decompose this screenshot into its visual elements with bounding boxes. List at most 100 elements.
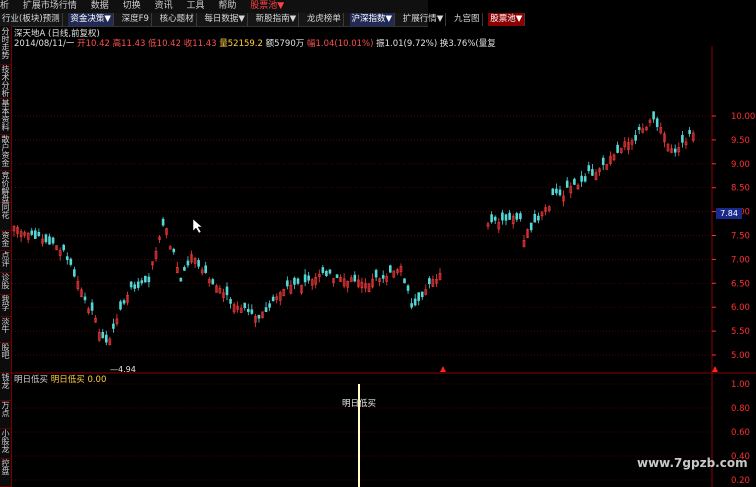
candle-body <box>101 331 105 339</box>
candle-body <box>601 157 605 166</box>
indicator-series-label: 明日低买 <box>50 375 85 385</box>
low-price-marker: —4.94 <box>110 365 136 374</box>
stock-pool-label: 股票池 <box>250 1 278 11</box>
candle-body <box>122 300 126 304</box>
chevron-down-icon: ▼ <box>277 1 285 11</box>
candle-body <box>583 176 587 182</box>
candle-body <box>69 258 73 265</box>
candle-body <box>90 302 94 311</box>
sidebar-tab-5[interactable]: 同花 <box>0 204 11 231</box>
toolbar-fund-decision[interactable]: 资金决策▼ <box>68 13 114 26</box>
candle-body <box>30 230 34 235</box>
candle-body <box>296 278 300 284</box>
sidebar-tab-2[interactable]: 基本资料 <box>0 100 11 135</box>
candle-body <box>504 214 508 221</box>
candle-body <box>580 175 583 182</box>
sidebar-tab-10[interactable]: 淡牛 <box>0 318 11 343</box>
indicator-axis-label: 0.20 <box>731 476 750 486</box>
candle-body <box>211 279 215 285</box>
candle-body <box>616 144 619 153</box>
toolbar-nine-grid[interactable]: 九宫图 <box>452 13 483 26</box>
candle-body <box>555 188 558 194</box>
indicator-axis-label: 0.80 <box>731 404 750 414</box>
candle-body <box>51 237 55 244</box>
sidebar-tab-13[interactable]: 万点 <box>0 402 11 429</box>
toolbar-daily-data[interactable]: 每日数据▼ <box>202 13 248 26</box>
toolbar-sector-forecast[interactable]: 行业(板块)预测 <box>0 13 63 26</box>
candle-body <box>144 275 147 283</box>
candle-body <box>44 234 48 243</box>
toolbar-depth-f9[interactable]: 深度F9 <box>120 13 152 26</box>
sidebar-tab-11[interactable]: 股吧 <box>0 344 11 373</box>
sidebar-tab-4[interactable]: 竞价解盘 <box>0 172 11 204</box>
sidebar-tab-9[interactable]: 我学 <box>0 296 11 317</box>
candlestick-chart[interactable]: 10.009.509.008.508.007.507.006.506.005.5… <box>12 46 756 487</box>
menu-item-tools[interactable]: 工具 <box>186 1 204 11</box>
sidebar-tab-8[interactable]: 诊股 <box>0 274 11 295</box>
candle-body <box>591 169 594 176</box>
candle-body <box>179 277 183 282</box>
candle-body <box>268 303 271 308</box>
candle-body <box>73 269 76 277</box>
sidebar-tab-3[interactable]: 散户资金 <box>0 136 11 171</box>
menu-item-ext-market[interactable]: 扩展市场行情 <box>23 1 77 11</box>
indicator-value: 0.00 <box>87 375 107 385</box>
candle-body <box>48 236 51 245</box>
sidebar-tab-7[interactable]: 点评 <box>0 252 11 273</box>
indicator-name[interactable]: 明日低买 <box>14 375 48 385</box>
menu-item-analysis[interactable]: 析 <box>0 1 9 11</box>
menu-item-help[interactable]: 帮助 <box>218 1 236 11</box>
menu-item-switch[interactable]: 切换 <box>123 1 141 11</box>
toolbar-stock-pool[interactable]: 股票池▼ <box>488 13 526 26</box>
candle-body <box>133 284 136 289</box>
price-axis-label: 10.00 <box>731 112 755 122</box>
price-axis-label: 8.50 <box>731 184 750 194</box>
candle-body <box>493 216 497 221</box>
watermark: www.7gpzb.com <box>637 456 748 470</box>
price-axis-label: 5.00 <box>731 351 750 361</box>
toolbar-ext-quote[interactable]: 扩展行情▼ <box>401 13 447 26</box>
candle-body <box>519 213 522 220</box>
candle-body <box>328 269 332 274</box>
mouse-cursor-icon <box>192 218 203 234</box>
sidebar-tab-6[interactable]: 资金 <box>0 232 11 251</box>
sidebar-tab-14[interactable]: 小股龙 <box>0 430 11 459</box>
price-axis-label: 7.00 <box>731 255 750 265</box>
candle-body <box>428 278 431 285</box>
candle-body <box>587 165 591 171</box>
candle-body <box>119 301 122 310</box>
candle-body <box>417 292 421 301</box>
candle-body <box>136 281 140 288</box>
candle-body <box>303 274 307 283</box>
signal-triangle <box>712 366 718 372</box>
candle-body <box>573 178 576 185</box>
sidebar-tab-15[interactable]: 控盘 <box>0 460 11 487</box>
menu-item-stock-pool[interactable]: 股票池▼ <box>250 1 284 11</box>
candle-body <box>655 118 659 128</box>
candle-body <box>558 189 562 196</box>
toolbar: 行业(板块)预测 资金决策▼ 深度F9 核心题材 每日数据▼ 新股指南▼ 龙虎榜… <box>0 13 526 27</box>
candle-body <box>537 215 540 221</box>
candle-body <box>501 212 504 221</box>
menu-item-data[interactable]: 数据 <box>91 1 109 11</box>
toolbar-dragon-tiger[interactable]: 龙虎榜单 <box>305 13 344 26</box>
menu-item-news[interactable]: 资讯 <box>155 1 173 11</box>
price-axis-label: 9.00 <box>731 160 750 170</box>
price-axis-label: 9.50 <box>731 136 750 146</box>
candle-body <box>229 299 232 304</box>
candle-body <box>161 218 165 226</box>
toolbar-index[interactable]: 沪深指数▼ <box>349 13 396 26</box>
candle-body <box>250 309 254 314</box>
candle-body <box>353 274 357 282</box>
indicator-axis-label: 1.00 <box>731 380 750 390</box>
sidebar-tab-12[interactable]: 钱龙 <box>0 374 11 401</box>
candle-body <box>508 212 511 220</box>
candle-body <box>286 280 289 287</box>
candle-body <box>681 134 684 143</box>
candle-body <box>247 308 250 312</box>
sidebar-tab-1[interactable]: 技术分析 <box>0 66 11 99</box>
sidebar-tab-0[interactable]: 分时走势 <box>0 28 11 65</box>
price-axis-label: 6.00 <box>731 303 750 313</box>
toolbar-core-theme[interactable]: 核心题材 <box>158 13 197 26</box>
toolbar-new-stock[interactable]: 新股指南▼ <box>254 13 300 26</box>
